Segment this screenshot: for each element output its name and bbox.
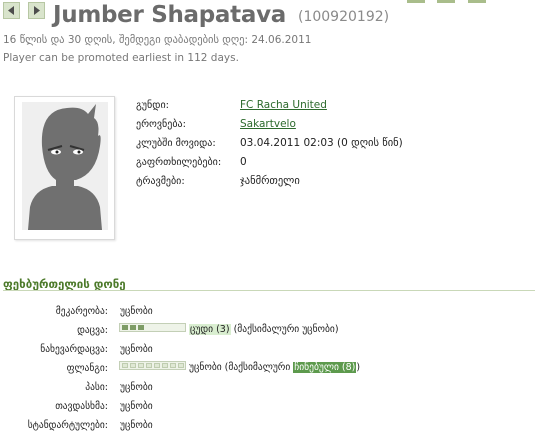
nationality-label: ეროვნება:: [136, 119, 186, 130]
skill-bar-segment: [154, 363, 160, 368]
skill-label-defense: დაცვა:: [77, 325, 108, 336]
skill-label-passing: პასი:: [85, 382, 108, 393]
arrow-left-icon: [8, 6, 14, 15]
player-name: Jumber Shapatava: [53, 2, 286, 28]
injuries-label: ტრავმები:: [136, 176, 185, 187]
skill-label-winger: ფლანგი:: [66, 363, 108, 374]
joined-value: 03.04.2011 02:03 (0 დღის წინ): [240, 137, 403, 149]
nationality-link[interactable]: Sakartvelo: [240, 118, 296, 130]
promotion-line: Player can be promoted earliest in 112 d…: [3, 52, 239, 64]
player-avatar: [22, 102, 108, 230]
skill-label-playmaking: ნახევარდაცვა:: [40, 344, 108, 355]
warnings-value: 0: [240, 156, 247, 168]
warnings-label: გაფრთხილებები:: [136, 157, 222, 168]
joined-label: კლუბში მოვიდა:: [136, 138, 216, 149]
skill-value-setpieces: უცნობი: [120, 420, 153, 431]
skill-bar-segment: [138, 325, 144, 330]
skill-bar-segment: [146, 363, 152, 368]
skill-value-keeper: უცნობი: [120, 306, 153, 317]
age-line: 16 წლის და 30 დღის, შემდეგი დაბადების დღ…: [3, 34, 312, 46]
skill-label-setpieces: სტანდარტულები:: [27, 420, 108, 431]
skill-value-passing: უცნობი: [120, 382, 153, 393]
skill-bar-segment: [122, 325, 128, 330]
arrow-right-icon: [34, 6, 40, 15]
skill-bar-segment: [170, 363, 176, 368]
team-link[interactable]: FC Racha United: [240, 99, 327, 111]
next-player-button[interactable]: [28, 2, 45, 19]
winger-skill-text: უცნობი (მაქსიმალური ჩინებული (8)): [189, 362, 361, 373]
skill-bar-segment: [178, 363, 184, 368]
skill-label-keeper: მეკარეობა:: [55, 306, 108, 317]
toolbar-button-1[interactable]: [407, 0, 425, 3]
defense-max: (მაქსიმალური უცნობი): [230, 324, 339, 335]
winger-skill-bar: [119, 361, 186, 370]
injuries-value: ჯანმრთელი: [240, 175, 300, 187]
skill-bar-segment: [130, 363, 136, 368]
previous-player-button[interactable]: [3, 2, 20, 19]
defense-skill-bar: [119, 323, 186, 332]
toolbar-button-3[interactable]: [468, 0, 486, 3]
defense-level: ცუდი (3): [189, 324, 231, 335]
skill-bar-segment: [130, 325, 136, 330]
skill-bar-segment: [122, 363, 128, 368]
skill-bar-segment: [162, 363, 168, 368]
toolbar-button-2[interactable]: [437, 0, 455, 3]
winger-max-level: ჩინებული (8): [293, 362, 357, 373]
winger-value: უცნობი (მაქსიმალური: [189, 362, 294, 373]
skill-label-scoring: თავდასხმა:: [55, 401, 108, 412]
skill-value-playmaking: უცნობი: [120, 344, 153, 355]
team-label: გუნდი:: [136, 100, 169, 111]
skill-value-scoring: უცნობი: [120, 401, 153, 412]
skills-section-title: ფეხბურთელის დონე: [3, 277, 126, 291]
section-divider: [3, 290, 535, 291]
player-photo: [14, 96, 115, 240]
skill-bar-segment: [138, 363, 144, 368]
defense-skill-text: ცუდი (3) (მაქსიმალური უცნობი): [189, 324, 339, 335]
player-id: (100920192): [298, 9, 390, 25]
